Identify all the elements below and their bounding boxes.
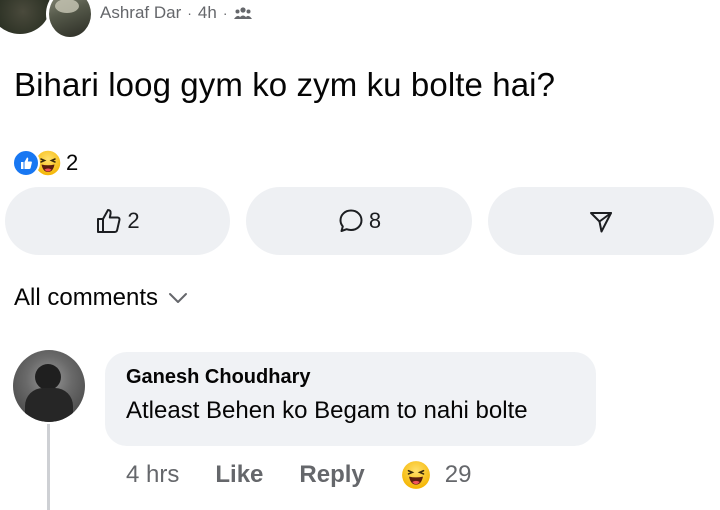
- separator-dot: ·: [187, 5, 192, 21]
- comment-actions: 4 hrs Like Reply 29: [126, 460, 471, 490]
- author-name[interactable]: Ashraf Dar: [100, 3, 181, 23]
- comment-icon: [339, 209, 363, 232]
- commenter-avatar[interactable]: [13, 350, 85, 422]
- separator-dot-2: ·: [222, 5, 228, 21]
- comment-bubble: Ganesh Choudhary Atleast Behen ko Begam …: [105, 352, 596, 446]
- post-time[interactable]: 4h: [198, 3, 217, 23]
- reply-thread-line: [47, 424, 50, 510]
- like-count: 2: [127, 208, 140, 233]
- haha-reaction-icon[interactable]: [401, 460, 431, 490]
- comments-filter-label: All comments: [14, 284, 159, 311]
- comment-count: 8: [368, 208, 382, 233]
- like-reaction-icon: [12, 149, 40, 177]
- group-avatar[interactable]: [0, 0, 50, 34]
- comment-reaction-count: 29: [444, 461, 472, 488]
- share-button[interactable]: [488, 187, 714, 255]
- comment-like-button[interactable]: Like: [215, 461, 263, 489]
- like-button[interactable]: 2: [5, 187, 230, 255]
- post-text: Bihari loog gym ko zym ku bolte hai?: [14, 66, 556, 103]
- author-row: Ashraf Dar · 4h ·: [100, 3, 252, 23]
- audience-group-icon: [233, 7, 252, 19]
- comment-reply-button[interactable]: Reply: [299, 461, 364, 489]
- reaction-count: 2: [66, 150, 79, 175]
- author-avatar[interactable]: [46, 0, 94, 40]
- comment-author[interactable]: Ganesh Choudhary: [126, 366, 596, 389]
- comment-text: Atleast Behen ko Begam to nahi bolte: [126, 397, 528, 424]
- comments-filter-dropdown[interactable]: All comments: [14, 284, 188, 312]
- chevron-down-icon: [169, 293, 188, 303]
- comment-time[interactable]: 4 hrs: [126, 461, 179, 489]
- share-icon: [590, 212, 612, 233]
- reactions-summary[interactable]: 2: [12, 149, 78, 177]
- post-header: Ashraf Dar · 4h ·: [0, 0, 720, 44]
- comment-button[interactable]: 8: [246, 187, 472, 255]
- thumbs-up-icon: [97, 209, 121, 233]
